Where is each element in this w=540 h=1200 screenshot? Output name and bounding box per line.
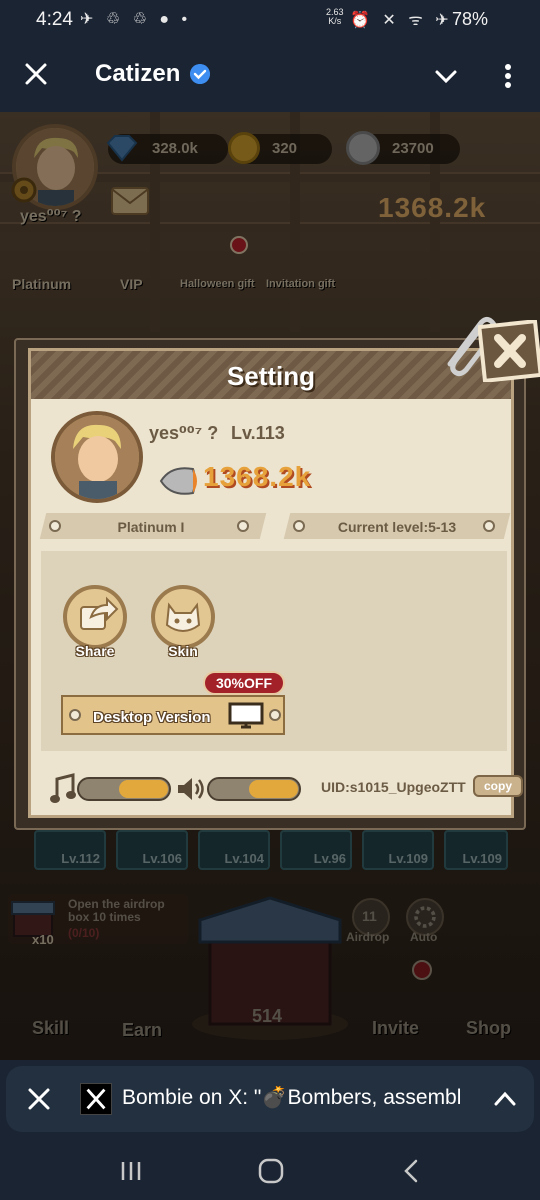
rivet: [49, 520, 61, 532]
profile-portrait-icon: [55, 415, 139, 499]
settings-dialog: Setting yes⁰⁰⁷ ? Lv.113 1368.2k Platinum…: [14, 316, 540, 830]
network-rate: 2.63 K/s: [326, 7, 344, 26]
profile-power: 1368.2k: [203, 461, 312, 492]
recent-apps-icon[interactable]: [118, 1158, 144, 1184]
settings-panel: Setting yes⁰⁰⁷ ? Lv.113 1368.2k Platinum…: [28, 348, 523, 818]
profile-avatar: [51, 411, 143, 503]
rank-value: Platinum I: [117, 519, 185, 535]
discount-badge: 30%OFF: [203, 671, 285, 695]
monitor-icon: [228, 702, 264, 729]
close-icon[interactable]: [20, 58, 52, 90]
dialog-header: Setting: [31, 351, 511, 399]
dialog-title: Setting: [226, 361, 316, 391]
status-left-icons: ✈ ♲ ♲ ● •: [80, 11, 192, 28]
share-icon: [80, 596, 119, 630]
sound-volume-fill: [248, 780, 298, 798]
rivet: [293, 520, 305, 532]
battery-level: 78%: [452, 9, 489, 29]
notification-text: Bombie on X: "💣Bombers, assembl: [122, 1086, 462, 1109]
verified-badge-icon: [190, 64, 210, 84]
profile-level: Lv.113: [231, 423, 285, 443]
rivet: [269, 709, 281, 721]
power-rocket-icon: [159, 467, 197, 495]
status-bar: 4:24 ✈ ♲ ♲ ● • 2.63 K/s ⏰ ✕ ᯤ ✈ 78%: [0, 0, 540, 40]
app-title: Catizen: [95, 60, 181, 87]
x-logo-icon: [80, 1083, 112, 1115]
copy-uid-button[interactable]: copy: [473, 775, 523, 797]
current-level-value: Current level:5-13: [337, 519, 457, 535]
music-volume-slider[interactable]: [77, 777, 171, 801]
music-note-icon: [50, 773, 76, 803]
music-volume-fill: [118, 780, 168, 798]
chevron-up-icon[interactable]: [492, 1088, 518, 1110]
back-icon[interactable]: [400, 1158, 424, 1184]
system-nav-bar: [0, 1140, 540, 1200]
more-options-icon[interactable]: [496, 62, 520, 90]
speaker-icon: [178, 778, 204, 800]
share-label: Share: [75, 643, 115, 659]
user-id: UID:s1015_UpgeoZTT: [321, 779, 466, 795]
desktop-version-label: Desktop Version: [93, 709, 211, 726]
status-time: 4:24: [36, 9, 73, 30]
media-notification[interactable]: Bombie on X: "💣Bombers, assembl: [6, 1066, 534, 1132]
profile-name: yes⁰⁰⁷ ?: [149, 423, 219, 443]
chevron-down-icon[interactable]: [432, 64, 460, 88]
desktop-version-button[interactable]: Desktop Version: [61, 695, 285, 735]
sound-volume-slider[interactable]: [207, 777, 301, 801]
home-icon[interactable]: [256, 1156, 286, 1186]
skin-label: Skin: [168, 643, 198, 659]
dialog-close-icon[interactable]: [478, 320, 540, 382]
close-icon[interactable]: [26, 1086, 52, 1112]
app-bar: Catizen: [0, 40, 540, 112]
share-button[interactable]: [63, 585, 127, 649]
skin-button[interactable]: [151, 585, 215, 649]
rivet: [69, 709, 81, 721]
cat-face-icon: [165, 602, 201, 632]
status-right-icons: ⏰ ✕ ᯤ ✈: [350, 12, 453, 29]
